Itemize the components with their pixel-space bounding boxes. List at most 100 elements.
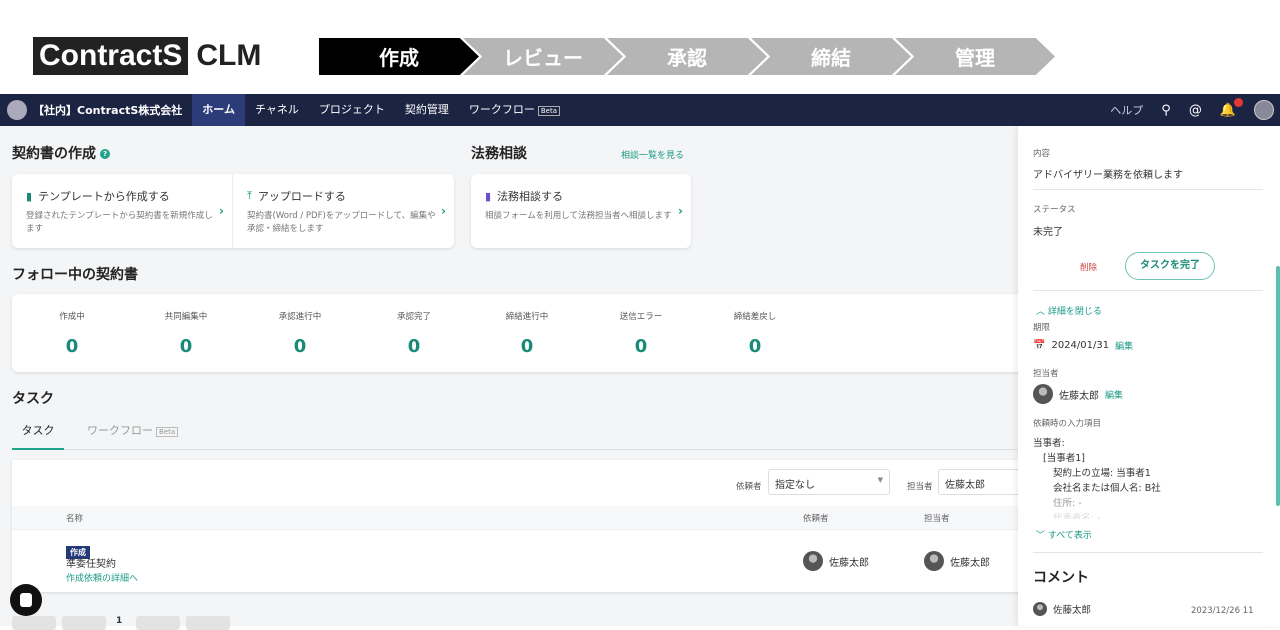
comment-author-name: 佐藤太郎 xyxy=(1053,605,1092,616)
stat-value: 0 xyxy=(179,336,193,357)
follow-stats-card: 作成中 0 共同編集中 0 承認進行中 0 承認完了 0 締結進行中 0 送信エラー 0 締… xyxy=(12,294,1032,372)
pagination-next[interactable] xyxy=(136,616,180,630)
stat-approving[interactable]: 承認進行中 0 xyxy=(243,310,357,357)
stat-value: 0 xyxy=(407,336,421,357)
collapse-details-button[interactable]: ︿ 詳細を閉じる xyxy=(1036,304,1102,317)
document-icon: ▮ xyxy=(26,189,33,203)
content-value: アドバイザリー業務を依頼します xyxy=(1033,170,1183,181)
nav-workflow[interactable]: ワークフロー Beta xyxy=(459,94,570,126)
task-table: 依頼者 指定なし ▼ 担当者 佐藤太郎 名称 依頼者 担当者 作成 準委任契約 作… xyxy=(12,460,1038,592)
upload-action[interactable]: ⤒ アップロードする 契約書(Word / PDF)をアップロードして、編集や承認… xyxy=(233,174,454,248)
input-line: 住所: - xyxy=(1053,498,1082,509)
help-icon[interactable]: ? xyxy=(100,149,110,159)
table-row[interactable]: 作成 準委任契約 作成依頼の詳細へ 佐藤太郎 佐藤太郎 xyxy=(12,531,1032,591)
step-manage: 管理 xyxy=(895,38,1055,75)
comment-time: 2023/12/26 11 xyxy=(1191,606,1254,616)
input-line: 会社名または個人名: B社 xyxy=(1053,483,1161,494)
content-label: 内容 xyxy=(1033,149,1051,159)
assignee-name: 佐藤太郎 xyxy=(950,557,990,569)
pagination-current[interactable]: 1 xyxy=(116,616,122,626)
nav-home[interactable]: ホーム xyxy=(192,94,245,126)
input-line: 契約上の立場: 当事者1 xyxy=(1053,468,1151,479)
table-header: 名称 依頼者 担当者 xyxy=(12,506,1032,530)
follow-section-title: フォロー中の契約書 xyxy=(12,267,138,283)
col-name: 名称 xyxy=(66,514,84,524)
org-name[interactable]: 【社内】ContractS株式会社 xyxy=(33,102,182,118)
input-line: 当事者: xyxy=(1033,438,1065,449)
avatar xyxy=(924,551,944,571)
bell-icon[interactable]: 🔔 xyxy=(1220,97,1243,118)
stat-label: 共同編集中 xyxy=(164,312,208,322)
tasks-section-title: タスク xyxy=(12,391,54,407)
requester-filter-value: 指定なし xyxy=(775,480,815,491)
input-line: [当事者1] xyxy=(1043,453,1085,464)
stat-label: 承認完了 xyxy=(396,312,431,322)
stat-drafting[interactable]: 作成中 0 xyxy=(15,310,129,357)
pagination-prev[interactable] xyxy=(62,616,106,630)
action-desc: 契約書(Word / PDF)をアップロードして、編集や承認・締結をします xyxy=(247,211,436,234)
action-title: 法務相談する xyxy=(497,190,564,203)
tab-label: ワークフロー xyxy=(87,424,153,437)
requester-filter-select[interactable]: 指定なし ▼ xyxy=(768,469,890,495)
chevron-right-icon: › xyxy=(678,204,683,218)
panel-scrollbar[interactable] xyxy=(1276,266,1280,506)
nav-contracts[interactable]: 契約管理 xyxy=(395,94,459,126)
stat-approved[interactable]: 承認完了 0 xyxy=(357,310,471,357)
complete-task-button[interactable]: タスクを完了 xyxy=(1125,252,1215,280)
logo-sub: CLM xyxy=(196,39,262,72)
stat-send-error[interactable]: 送信エラー 0 xyxy=(584,310,698,357)
step-sign: 締結 xyxy=(751,38,911,75)
org-icon[interactable] xyxy=(7,100,27,120)
divider xyxy=(1033,189,1263,190)
stat-signing[interactable]: 締結進行中 0 xyxy=(470,310,584,357)
process-steps: 作成 レビュー 承認 締結 管理 xyxy=(319,38,1055,75)
tab-workflow[interactable]: ワークフロー Beta xyxy=(87,422,179,450)
assignee-cell: 佐藤太郎 xyxy=(924,551,990,571)
chat-support-icon[interactable] xyxy=(10,584,42,616)
edit-assignee-button[interactable]: 編集 xyxy=(1105,388,1123,401)
consult-list-link[interactable]: 相談一覧を見る xyxy=(621,148,684,161)
avatar xyxy=(1033,384,1053,404)
action-title: テンプレートから作成する xyxy=(38,190,170,203)
help-link[interactable]: ヘルプ xyxy=(1110,102,1143,118)
tab-tasks[interactable]: タスク xyxy=(12,422,64,450)
action-desc: 相談フォームを利用して法務担当者へ相談します xyxy=(485,211,672,221)
edit-due-button[interactable]: 編集 xyxy=(1115,339,1133,352)
due-label: 期限 xyxy=(1033,323,1051,333)
task-detail-link[interactable]: 作成依頼の詳細へ xyxy=(66,571,138,584)
divider xyxy=(1033,552,1263,553)
delete-button[interactable]: 削除 xyxy=(1080,261,1097,273)
show-all-button[interactable]: ﹀ すべて表示 xyxy=(1036,528,1092,541)
legal-section-title: 法務相談 xyxy=(471,146,527,162)
pagination-first[interactable] xyxy=(12,616,56,630)
user-avatar[interactable] xyxy=(1254,100,1274,120)
legal-consult-action[interactable]: ▮ 法務相談する 相談フォームを利用して法務担当者へ相談します › xyxy=(471,174,691,248)
create-from-template[interactable]: ▮ テンプレートから作成する 登録されたテンプレートから契約書を新規作成します › xyxy=(12,174,233,248)
panel-assignee: 佐藤太郎 編集 xyxy=(1033,384,1123,404)
comment-title: コメント xyxy=(1033,570,1089,586)
nav-project[interactable]: プロジェクト xyxy=(309,94,395,126)
collapse-label: 詳細を閉じる xyxy=(1047,307,1102,317)
search-icon[interactable]: ⚲ xyxy=(1161,103,1171,118)
requester-name: 佐藤太郎 xyxy=(829,557,869,569)
stat-value: 0 xyxy=(65,336,79,357)
status-label: ステータス xyxy=(1033,205,1076,215)
stat-value: 0 xyxy=(520,336,534,357)
beta-badge: Beta xyxy=(537,106,560,116)
comment-author: 佐藤太郎 xyxy=(1033,602,1091,616)
nav-channel[interactable]: チャネル xyxy=(245,94,309,126)
stat-sign-returned[interactable]: 締結差戻し 0 xyxy=(698,310,812,357)
create-section-title: 契約書の作成? xyxy=(12,143,110,163)
pagination-last[interactable] xyxy=(186,616,230,630)
contracts-clm-logo: ContractS CLM xyxy=(33,37,261,75)
step-create: 作成 xyxy=(319,38,479,75)
chevron-right-icon: › xyxy=(219,204,224,218)
assignee-name: 佐藤太郎 xyxy=(1059,390,1099,402)
stat-value: 0 xyxy=(748,336,762,357)
mention-icon[interactable]: @ xyxy=(1189,103,1202,118)
task-name[interactable]: 準委任契約 xyxy=(66,555,116,570)
calendar-icon: 📅 xyxy=(1033,340,1046,351)
stat-coediting[interactable]: 共同編集中 0 xyxy=(129,310,243,357)
notification-dot xyxy=(1234,97,1243,107)
status-value: 未完了 xyxy=(1033,227,1063,238)
